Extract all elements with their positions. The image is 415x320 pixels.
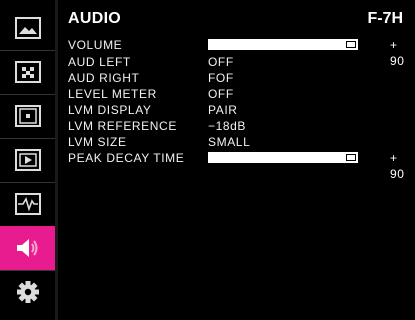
aud-left-value: OFF [208,55,234,69]
menu-row-aud-right[interactable]: AUD RIGHT FOF [68,70,408,86]
menu-row-lvm-reference[interactable]: LVM REFERENCE −18dB [68,118,408,134]
volume-slider[interactable] [208,39,358,50]
aud-left-label: AUD LEFT [68,55,131,69]
audio-menu-panel: AUDIO F-7H VOLUME + 90 AUD LEFT OFF AUD … [58,0,415,320]
lvm-size-value: SMALL [208,135,251,149]
menu-row-lvm-display[interactable]: LVM DISPLAY PAIR [68,102,408,118]
peak-decay-time-slider[interactable] [208,152,358,163]
picture-icon [14,17,41,39]
waveform-icon [14,193,41,215]
lvm-size-label: LVM SIZE [68,135,127,149]
menu-row-level-meter[interactable]: LEVEL METER OFF [68,86,408,102]
sidebar-item-audio[interactable] [0,226,55,271]
gear-icon [16,281,39,303]
sidebar-item-waveform[interactable] [0,182,55,227]
sidebar-item-picture[interactable] [0,6,55,51]
sidebar-item-frame-marker[interactable] [0,94,55,139]
volume-slider-fill [209,40,343,49]
frame-marker-icon [14,105,41,127]
menu-row-lvm-size[interactable]: LVM SIZE SMALL [68,134,408,150]
peak-decay-time-slider-fill [209,153,343,162]
volume-label: VOLUME [68,38,123,52]
menu-row-volume[interactable]: VOLUME + 90 [68,37,408,68]
dots-icon [14,61,41,83]
menu-row-peak-decay-time[interactable]: PEAK DECAY TIME + 90 [68,150,408,181]
aud-right-label: AUD RIGHT [68,71,140,85]
level-meter-label: LEVEL METER [68,87,157,101]
sidebar-item-settings[interactable] [0,270,55,314]
model-label: F-7H [367,10,403,27]
menu-row-aud-left[interactable]: AUD LEFT OFF [68,54,408,70]
peak-decay-time-value: + 90 [390,151,405,181]
volume-slider-thumb[interactable] [346,41,356,48]
lvm-display-value: PAIR [208,103,238,117]
aud-right-value: FOF [208,71,234,85]
sidebar-item-dots[interactable] [0,50,55,95]
level-meter-value: OFF [208,87,234,101]
sidebar [0,0,55,320]
page-title: AUDIO [68,10,122,27]
peak-decay-time-slider-thumb[interactable] [346,154,356,161]
lvm-reference-value: −18dB [208,119,247,133]
lvm-display-label: LVM DISPLAY [68,103,152,117]
sidebar-item-film[interactable] [0,138,55,183]
film-icon [14,149,41,171]
speaker-icon [16,239,37,257]
peak-decay-time-label: PEAK DECAY TIME [68,151,185,165]
lvm-reference-label: LVM REFERENCE [68,119,177,133]
